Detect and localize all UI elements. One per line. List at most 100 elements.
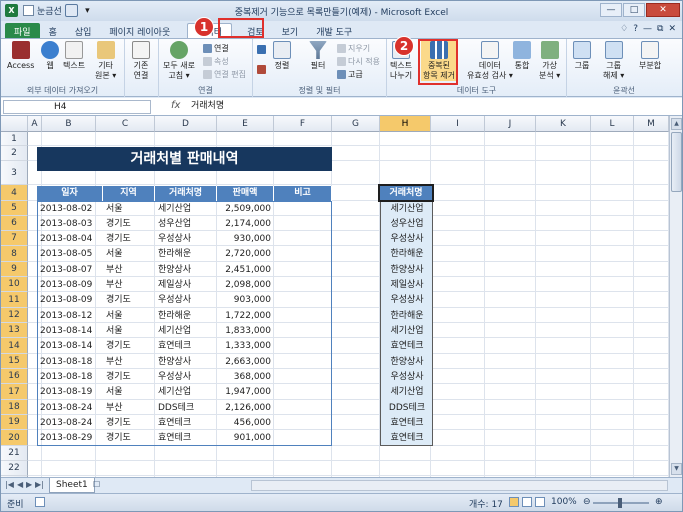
access-button[interactable]: Access <box>7 41 34 71</box>
column-header-K[interactable]: K <box>536 116 591 132</box>
table-cell[interactable]: 2,126,000 <box>220 401 271 415</box>
consolidate-button[interactable]: 통합 <box>513 41 531 71</box>
table-cell[interactable]: 2013-08-18 <box>40 370 100 384</box>
table-cell[interactable]: 경기도 <box>106 370 152 384</box>
row-header-10[interactable]: 10 <box>1 277 28 292</box>
page-layout-view-icon[interactable] <box>522 497 532 507</box>
list-item[interactable]: 세기산업 <box>383 202 431 216</box>
table-cell[interactable]: 서울 <box>106 309 152 323</box>
table-cell[interactable]: 부산 <box>106 263 152 277</box>
maximize-icon[interactable]: □ <box>623 3 645 17</box>
group-button[interactable]: 그룹 <box>573 41 591 71</box>
web-button[interactable]: 웹 <box>41 41 59 71</box>
row-header-18[interactable]: 18 <box>1 400 28 415</box>
vertical-scrollbar[interactable]: ▲ ▼ <box>669 116 682 477</box>
column-header-D[interactable]: D <box>155 116 217 132</box>
column-header-E[interactable]: E <box>217 116 274 132</box>
table-cell[interactable]: 901,000 <box>220 431 271 445</box>
table-cell[interactable]: 경기도 <box>106 416 152 430</box>
table-cell[interactable]: 2,509,000 <box>220 202 271 216</box>
vertical-scroll-thumb[interactable] <box>671 132 682 192</box>
table-cell[interactable]: 우성상사 <box>158 232 214 246</box>
table-cell[interactable]: 세기산업 <box>158 324 214 338</box>
row-header-5[interactable]: 5 <box>1 201 28 216</box>
tab-view[interactable]: 보기 <box>273 23 308 39</box>
tab-insert[interactable]: 삽입 <box>66 23 101 39</box>
zoom-level[interactable]: 100% <box>551 497 577 507</box>
existing-connections-button[interactable]: 기존 연결 <box>132 41 150 81</box>
table-cell[interactable]: 2013-08-14 <box>40 324 100 338</box>
table-cell[interactable]: 우성상사 <box>158 293 214 307</box>
table-cell[interactable]: 서울 <box>106 202 152 216</box>
table-cell[interactable]: 한양상사 <box>158 355 214 369</box>
row-header-22[interactable]: 22 <box>1 461 28 476</box>
normal-view-icon[interactable] <box>509 497 519 507</box>
table-cell[interactable]: 368,000 <box>220 370 271 384</box>
table-cell[interactable]: 경기도 <box>106 339 152 353</box>
tab-home[interactable]: 홈 <box>40 23 66 39</box>
row-header-6[interactable]: 6 <box>1 216 28 231</box>
table-cell[interactable]: 한라해운 <box>158 247 214 261</box>
table-cell[interactable]: 서울 <box>106 385 152 399</box>
horizontal-scrollbar[interactable] <box>251 480 668 491</box>
column-header-L[interactable]: L <box>591 116 634 132</box>
sort-za-button[interactable] <box>257 65 266 74</box>
subtotal-button[interactable]: 부분합 <box>639 41 661 71</box>
row-header-21[interactable]: 21 <box>1 446 28 461</box>
row-header-9[interactable]: 9 <box>1 262 28 277</box>
table-cell[interactable]: 1,947,000 <box>220 385 271 399</box>
table-cell[interactable]: 경기도 <box>106 232 152 246</box>
worksheet-grid[interactable]: A B C D E F G H I J K L M 1 2 3 4 5 6 7 8 9 10 11 12 13 14 15 16 17 18… <box>1 116 669 477</box>
table-cell[interactable]: 2,098,000 <box>220 278 271 292</box>
list-item[interactable]: 성우산업 <box>383 217 431 231</box>
table-cell[interactable]: 2013-08-24 <box>40 401 100 415</box>
row-header-12[interactable]: 12 <box>1 308 28 323</box>
next-sheet-icon[interactable]: ▶ <box>26 480 32 489</box>
sort-az-button[interactable] <box>257 45 266 54</box>
table-cell[interactable]: 2013-08-24 <box>40 416 100 430</box>
table-cell[interactable]: 성우산업 <box>158 217 214 231</box>
list-item[interactable]: 세기산업 <box>383 324 431 338</box>
reapply-button[interactable]: 다시 적용 <box>337 56 380 67</box>
list-item[interactable]: 한라해운 <box>383 247 431 261</box>
table-cell[interactable]: 2,174,000 <box>220 217 271 231</box>
table-cell[interactable]: 2013-08-09 <box>40 278 100 292</box>
zoom-out-icon[interactable]: ⊖ <box>583 497 591 507</box>
zoom-in-icon[interactable]: ⊕ <box>655 497 663 507</box>
table-cell[interactable]: 부산 <box>106 278 152 292</box>
what-if-button[interactable]: 가상 분석 ▾ <box>539 41 560 81</box>
table-cell[interactable]: 1,722,000 <box>220 309 271 323</box>
table-cell[interactable]: 효연테크 <box>158 339 214 353</box>
sort-button[interactable]: 정렬 <box>273 41 291 71</box>
collapse-ribbon-icon[interactable]: ♢ <box>620 24 628 34</box>
name-box[interactable]: H4 <box>3 100 151 114</box>
row-header-3[interactable]: 3 <box>1 161 28 185</box>
list-item[interactable]: 효연테크 <box>383 416 431 430</box>
list-item[interactable]: 세기산업 <box>383 385 431 399</box>
column-header-B[interactable]: B <box>42 116 96 132</box>
table-cell[interactable]: 세기산업 <box>158 385 214 399</box>
list-item[interactable]: 제일상사 <box>383 278 431 292</box>
row-header-15[interactable]: 15 <box>1 354 28 369</box>
fx-icon[interactable]: fx <box>171 100 180 111</box>
table-cell[interactable]: 경기도 <box>106 431 152 445</box>
scroll-down-icon[interactable]: ▼ <box>671 463 682 475</box>
scroll-up-icon[interactable]: ▲ <box>671 118 682 130</box>
list-item[interactable]: 한양상사 <box>383 355 431 369</box>
column-header-M[interactable]: M <box>634 116 669 132</box>
column-header-C[interactable]: C <box>96 116 155 132</box>
table-cell[interactable]: 제일상사 <box>158 278 214 292</box>
close-icon[interactable]: ✕ <box>646 3 680 17</box>
table-cell[interactable]: 2013-08-12 <box>40 309 100 323</box>
table-cell[interactable]: 2013-08-03 <box>40 217 100 231</box>
table-cell[interactable]: 2013-08-09 <box>40 293 100 307</box>
row-header-19[interactable]: 19 <box>1 415 28 430</box>
table-cell[interactable]: 2013-08-04 <box>40 232 100 246</box>
table-cell[interactable]: 부산 <box>106 355 152 369</box>
first-sheet-icon[interactable]: |◀ <box>5 480 14 489</box>
tab-file[interactable]: 파일 <box>5 23 40 39</box>
row-header-16[interactable]: 16 <box>1 369 28 384</box>
table-cell[interactable]: 2013-08-05 <box>40 247 100 261</box>
list-item[interactable]: 우성상사 <box>383 232 431 246</box>
table-cell[interactable]: 2013-08-02 <box>40 202 100 216</box>
